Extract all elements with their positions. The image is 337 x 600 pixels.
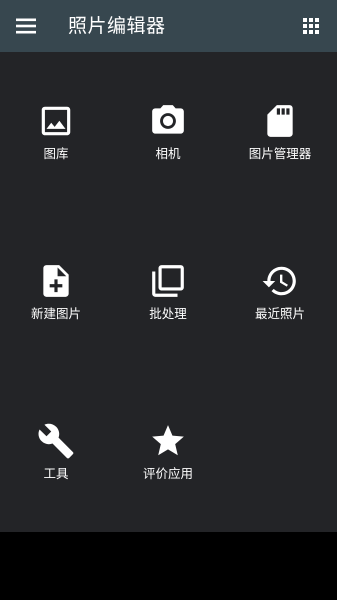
- sd-card-icon: [267, 105, 293, 137]
- tile-label: 图片管理器: [248, 146, 312, 161]
- tile-gallery[interactable]: 图库: [0, 102, 112, 202]
- tile-new-image[interactable]: 新建图片: [0, 262, 112, 362]
- grid-apps-icon: [303, 18, 319, 34]
- tile-photo-manager[interactable]: 图片管理器: [224, 102, 336, 202]
- app-toolbar: 照片编辑器: [0, 0, 337, 52]
- tile-label: 新建图片: [30, 306, 81, 321]
- apps-grid-button[interactable]: [299, 14, 323, 38]
- menu-button[interactable]: [14, 14, 38, 38]
- tile-rate-app[interactable]: 评价应用: [112, 422, 224, 522]
- camera-icon: [152, 105, 184, 134]
- tile-label: 相机: [155, 146, 181, 161]
- history-icon: [262, 266, 296, 296]
- tile-label: 图库: [43, 146, 69, 161]
- tile-label: 评价应用: [142, 466, 193, 481]
- tile-batch[interactable]: 批处理: [112, 262, 224, 362]
- tile-camera[interactable]: 相机: [112, 102, 224, 202]
- new-file-icon: [43, 265, 69, 297]
- main-grid: 图库 相机 图片管理器 新建图片 批处理 最近照片 工具 评价应用: [0, 52, 337, 532]
- hamburger-menu-icon: [16, 18, 36, 34]
- tile-tools[interactable]: 工具: [0, 422, 112, 522]
- tile-label: 批处理: [149, 306, 187, 321]
- image-icon: [41, 106, 71, 136]
- tile-label: 工具: [43, 466, 69, 481]
- wrench-icon: [38, 423, 74, 459]
- tile-label: 最近照片: [254, 306, 305, 321]
- app-title: 照片编辑器: [68, 15, 166, 37]
- bottom-black-area: [0, 532, 337, 600]
- tile-recent-photos[interactable]: 最近照片: [224, 262, 336, 362]
- batch-layers-icon: [152, 265, 184, 297]
- star-icon: [152, 425, 184, 456]
